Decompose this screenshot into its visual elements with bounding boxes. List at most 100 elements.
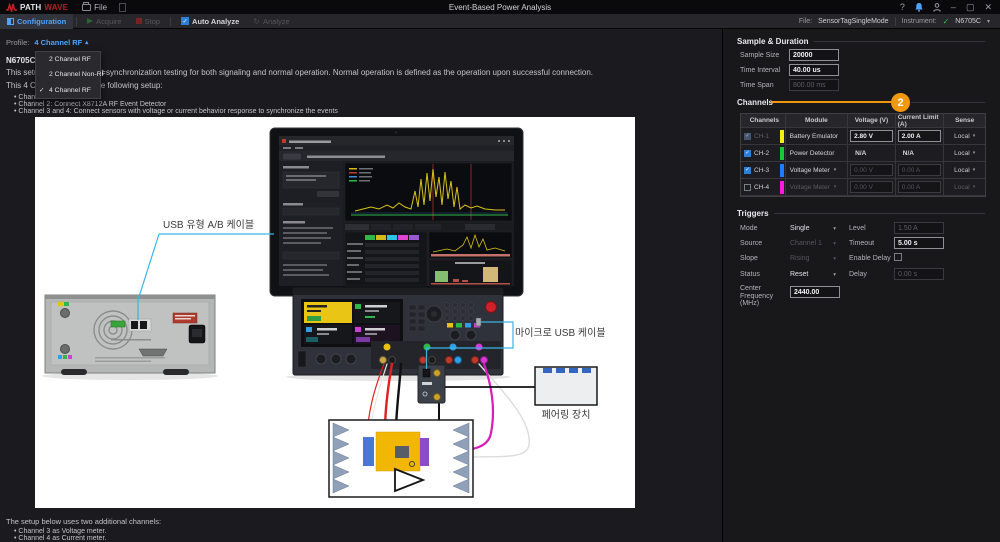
dut-purple-connector xyxy=(420,438,429,466)
ch3-module-select[interactable]: Voltage Meter▾ xyxy=(786,162,848,179)
rf-event-detector xyxy=(418,365,445,403)
level-label: Level xyxy=(849,225,866,232)
delay-input xyxy=(894,268,944,280)
setup-diagram: USB 유형 A/B 케이블 마이크로 USB 케이블 페어링 장치 xyxy=(35,117,635,508)
ch4-module-select: Voltage Meter▾ xyxy=(786,179,848,196)
analyze-button[interactable]: ↻ Analyze xyxy=(246,14,296,29)
triggers-header: Triggers xyxy=(737,209,985,218)
mode-select[interactable]: Single▾ xyxy=(790,225,836,232)
usb-port xyxy=(131,321,138,329)
ch3-sense-select[interactable]: Local▾ xyxy=(944,162,985,179)
profile-dropdown-menu: 2 Channel RF 2 Channel Non-RF ✓4 Channel… xyxy=(35,51,101,99)
time-interval-input[interactable] xyxy=(789,64,839,76)
chevron-down-icon: ▾ xyxy=(834,167,837,173)
ch1-sense-select[interactable]: Local▾ xyxy=(944,128,985,145)
enable-delay-checkbox[interactable] xyxy=(894,253,902,261)
notifications-bell-icon[interactable] xyxy=(915,3,923,12)
configuration-tab[interactable]: Configuration xyxy=(0,14,73,29)
auto-analyze-checkbox[interactable]: ✓ xyxy=(181,17,189,25)
channels-header: Channels xyxy=(737,98,771,107)
file-menu[interactable]: File xyxy=(74,0,115,14)
profile-option-4-channel-rf[interactable]: ✓4 Channel RF xyxy=(36,83,100,98)
timeout-input[interactable] xyxy=(894,237,944,249)
window-controls: ? – ▢ ✕ xyxy=(900,0,1000,14)
ch2-sense-select[interactable]: Local▾ xyxy=(944,145,985,162)
stop-button[interactable]: Stop xyxy=(129,14,167,29)
channel-row-ch2: ✓ CH-2 Power Detector N/A N/A Local▾ xyxy=(741,145,985,162)
footer-bullet-list: Channel 3 as Voltage meter. Channel 4 as… xyxy=(14,528,106,542)
status-bar: File: SensorTagSingleMode Instrument: ✓ … xyxy=(799,17,1000,26)
ch4-color-swatch xyxy=(780,181,784,194)
logo-text-wave: WAVE xyxy=(44,3,68,12)
time-span-label: Time Span xyxy=(740,82,774,89)
user-icon[interactable] xyxy=(933,3,941,12)
configuration-icon xyxy=(7,18,14,25)
monitor xyxy=(270,128,523,312)
ch3-color-swatch xyxy=(780,164,784,177)
setup-bullet: Channel 3 and 4: Connect sensors with vo… xyxy=(14,108,338,115)
ch2-color-swatch xyxy=(780,147,784,160)
instrument-chevron-down-icon[interactable]: ▾ xyxy=(987,18,990,25)
maximize-icon[interactable]: ▢ xyxy=(966,0,975,14)
channel-row-ch4: CH-4 Voltage Meter▾ 0.00 V 0.00 A Local▾ xyxy=(741,179,985,196)
footer-note: The setup below uses two additional chan… xyxy=(6,517,161,526)
source-label: Source xyxy=(740,240,762,247)
timeout-label: Timeout xyxy=(849,240,874,247)
instrument-label: Instrument: xyxy=(902,18,937,25)
pathwave-logo-icon xyxy=(6,3,17,12)
document-icon[interactable] xyxy=(119,3,126,12)
source-select: Channel 1▾ xyxy=(790,240,836,247)
footer-bullet: Channel 4 as Current meter. xyxy=(14,535,106,542)
chevron-down-icon: ▾ xyxy=(833,226,836,232)
mode-label: Mode xyxy=(740,225,758,232)
settings-panel: Sample & Duration Sample Size Time Inter… xyxy=(723,29,1000,542)
instrument-value: N6705C xyxy=(955,18,981,25)
ch3-current-input: 0.00 A xyxy=(898,164,942,176)
configuration-panel: Profile: 4 Channel RF ▴ N6705C 4 Channel… xyxy=(0,29,722,542)
profile-option-2-channel-non-rf[interactable]: 2 Channel Non-RF xyxy=(36,67,100,82)
micro-usb-port xyxy=(476,318,481,326)
ch1-color-swatch xyxy=(780,130,784,143)
dut-blue-connector xyxy=(363,437,374,466)
ch4-current-input: 0.00 A xyxy=(898,181,942,193)
ch4-sense-select: Local▾ xyxy=(944,179,985,196)
micro-usb-cable-label: 마이크로 USB 케이블 xyxy=(515,327,606,339)
ch3-voltage-input: 0.00 V xyxy=(850,164,893,176)
chevron-down-icon: ▾ xyxy=(973,150,976,156)
ch2-checkbox[interactable]: ✓ xyxy=(744,150,751,157)
profile-select[interactable]: 4 Channel RF ▴ xyxy=(34,38,88,47)
pairing-device-label: 페어링 장치 xyxy=(542,409,591,421)
minimize-icon[interactable]: – xyxy=(951,0,956,14)
anechoic-chamber xyxy=(329,420,473,497)
instrument-connected-check-icon: ✓ xyxy=(943,17,950,26)
center-frequency-label: Center Frequency (MHz) xyxy=(740,285,788,308)
chevron-up-icon: ▴ xyxy=(85,39,88,46)
chevron-down-icon: ▾ xyxy=(973,133,976,139)
sample-size-label: Sample Size xyxy=(740,52,779,59)
ch1-current-input[interactable]: 2.00 A xyxy=(898,130,942,142)
acquire-button[interactable]: Acquire xyxy=(80,14,128,29)
status-select[interactable]: Reset▾ xyxy=(790,271,836,278)
play-icon xyxy=(87,18,93,24)
titlebar: PATHWAVE File Event-Based Power Analysis… xyxy=(0,0,1000,14)
help-icon[interactable]: ? xyxy=(900,0,905,14)
center-frequency-input[interactable] xyxy=(790,286,840,298)
window-title: Event-Based Power Analysis xyxy=(0,3,1000,12)
ch3-checkbox[interactable]: ✓ xyxy=(744,167,751,174)
channels-table: Channels Module Voltage (V) Current Limi… xyxy=(740,113,986,197)
auto-analyze-toggle[interactable]: ✓ Auto Analyze xyxy=(174,14,246,29)
ch1-voltage-input[interactable]: 2.80 V xyxy=(850,130,893,142)
profile-label: Profile: xyxy=(6,38,29,47)
file-label: File: xyxy=(799,18,812,25)
file-value: SensorTagSingleMode xyxy=(818,18,888,25)
chevron-down-icon: ▾ xyxy=(833,241,836,247)
sample-size-input[interactable] xyxy=(789,49,839,61)
time-span-input xyxy=(789,79,839,91)
ch4-checkbox[interactable] xyxy=(744,184,751,191)
sample-duration-header: Sample & Duration xyxy=(737,37,985,46)
check-icon: ✓ xyxy=(39,86,44,94)
profile-option-2-channel-rf[interactable]: 2 Channel RF xyxy=(36,52,100,67)
channel-row-ch3: ✓ CH-3 Voltage Meter▾ 0.00 V 0.00 A Loca… xyxy=(741,162,985,179)
power-output-button xyxy=(486,302,497,313)
close-icon[interactable]: ✕ xyxy=(984,0,992,14)
